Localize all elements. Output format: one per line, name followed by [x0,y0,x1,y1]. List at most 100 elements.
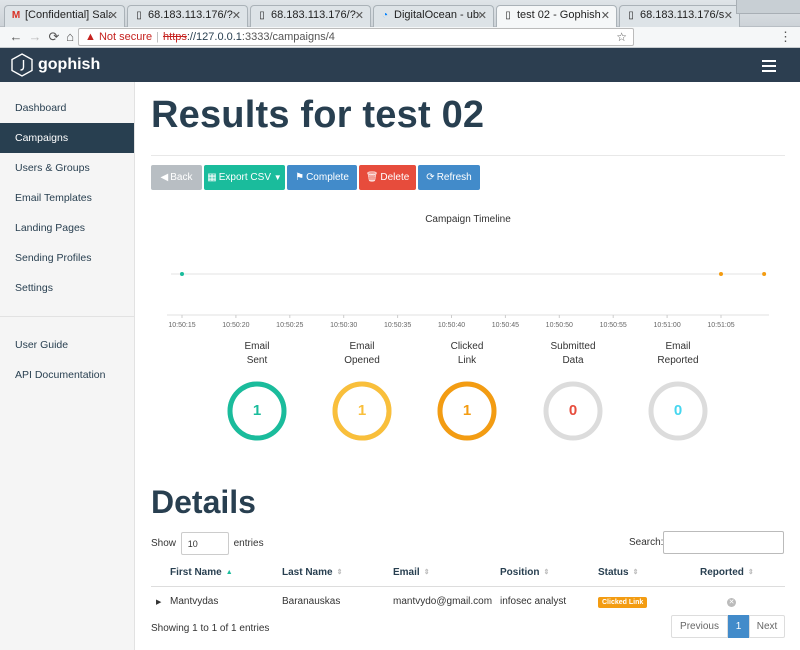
sidebar-item-users-groups[interactable]: Users & Groups [0,153,134,183]
timeline-event-point [762,272,767,276]
caret-down-icon: ▼ [273,173,282,182]
column-header-position[interactable]: Position ⇕ [500,560,598,587]
browser-tab[interactable]: ▯ 68.183.113.176/s ✕ [619,5,740,27]
not-reported-icon: ✕ [727,598,736,608]
browser-tab[interactable]: ◔ DigitalOcean - ubun ✕ [373,5,494,27]
delete-button[interactable]: 🗑 Delete [359,165,416,190]
back-button-label: Back [170,172,193,183]
close-icon[interactable]: ✕ [724,9,733,22]
sidebar-item-api-documentation[interactable]: API Documentation [0,360,134,390]
sidebar-item-settings[interactable]: Settings [0,273,134,303]
refresh-icon: ⟳ [426,172,435,183]
hamburger-menu-icon[interactable] [762,60,776,75]
sidebar-item-dashboard[interactable]: Dashboard [0,93,134,123]
browser-tab[interactable]: ▯ 68.183.113.176/? ✕ [250,5,371,27]
home-icon[interactable]: ⌂ [62,29,78,45]
entries-select[interactable]: 10 [180,532,229,555]
warning-icon: ▲ [85,31,96,43]
page-icon: ▯ [505,10,511,21]
column-header-first-name[interactable]: First Name ▲ [170,560,282,587]
close-icon[interactable]: ✕ [232,9,241,22]
expand-row-icon[interactable]: ▶ [156,599,161,606]
export-button-label: Export CSV [218,172,271,183]
search-label: Search: [629,537,664,548]
forward-arrow-icon[interactable]: → [27,29,43,45]
url-host: ://127.0.0.1 [186,31,242,43]
sidebar-item-sending-profiles[interactable]: Sending Profiles [0,243,134,273]
timeline-tick-label: 10:50:35 [384,322,411,329]
sort-icon: ⇕ [336,569,343,577]
page-icon: ▯ [259,10,265,21]
sort-icon: ⇕ [632,569,639,577]
column-label: First Name [170,567,222,579]
stat-label: Submitted Data [550,341,596,366]
stat-label: Email Opened [344,341,380,366]
stat-donut: 0 [647,380,709,442]
security-status: Not secure [98,31,153,43]
export-csv-button[interactable]: ▦ Export CSV ▼ [204,165,285,190]
browser-tab[interactable]: M [Confidential] Salar ✕ [4,5,125,27]
page-title: Results for test 02 [151,94,485,136]
sort-asc-icon: ▲ [225,569,233,577]
gmail-icon: M [11,10,21,21]
expand-column-header [151,560,170,587]
details-title: Details [151,484,256,520]
close-icon[interactable]: ✕ [109,9,118,22]
timeline-tick-label: 10:50:50 [546,322,573,329]
top-navbar: gophish [0,48,800,82]
page-icon: ▯ [628,10,634,21]
stat-donut: 1 [331,380,393,442]
browser-tab[interactable]: ▯ 68.183.113.176/? ✕ [127,5,248,27]
table-header-row: First Name ▲ Last Name ⇕ Email ⇕ Position ⇕ … [151,560,785,587]
close-icon[interactable]: ✕ [355,9,364,22]
sidebar-item-landing-pages[interactable]: Landing Pages [0,213,134,243]
tab-title: [Confidential] Salar [25,9,111,21]
sidebar-item-campaigns[interactable]: Campaigns [0,123,134,153]
stat-4: Email Reported 0 [638,340,718,442]
page-icon: ▯ [136,10,142,21]
timeline-chart: 10:50:15 10:50:20 10:50:25 10:50:30 10:50:35… [167,272,769,329]
browser-tab-strip: M [Confidential] Salar ✕ ▯ 68.183.113.17… [0,0,800,27]
column-label: Reported [700,567,744,579]
tab-title: DigitalOcean - ubun [394,9,480,21]
pagination-current-page[interactable]: 1 [728,615,749,638]
sidebar-item-email-templates[interactable]: Email Templates [0,183,134,213]
complete-button[interactable]: ⚑ Complete [287,165,357,190]
column-header-reported[interactable]: Reported ⇕ [700,560,785,587]
close-icon[interactable]: ✕ [601,9,610,22]
bookmark-star-icon[interactable]: ☆ [616,29,627,45]
browser-tab-active[interactable]: ▯ test 02 - Gophish ✕ [496,5,617,27]
back-button[interactable]: ◀ Back [151,165,202,190]
timeline-tick-label: 10:50:55 [600,322,627,329]
sidebar-item-user-guide[interactable]: User Guide [0,330,134,360]
stat-1: Email Opened 1 [322,340,402,442]
timeline-tick-label: 10:50:20 [222,322,249,329]
column-header-last-name[interactable]: Last Name ⇕ [282,560,393,587]
url-field[interactable]: ▲ Not secure | https://127.0.0.1:3333/camp… [78,28,634,46]
tab-title: test 02 - Gophish [517,9,601,21]
file-excel-icon: ▦ [207,172,217,183]
reload-icon[interactable]: ⟳ [46,29,62,45]
close-icon[interactable]: ✕ [478,9,487,22]
sort-icon: ⇕ [747,569,754,577]
column-label: Position [500,567,540,579]
cell-first-name: Mantvydas [170,596,219,608]
digitalocean-icon: ◔ [381,10,389,21]
brand-name[interactable]: gophish [38,56,100,74]
address-bar: ← → ⟳ ⌂ ▲ Not secure | https://127.0.0.1:3… [0,27,800,48]
stat-value: 0 [673,402,683,419]
refresh-button[interactable]: ⟳ Refresh [418,165,480,190]
back-arrow-icon[interactable]: ← [8,29,24,45]
gophish-logo-icon[interactable] [11,53,33,77]
browser-menu-icon[interactable]: ⋮ [779,29,792,45]
arrow-left-circle-icon: ◀ [160,172,169,183]
stat-label: Clicked Link [450,341,484,366]
pagination-next[interactable]: Next [749,615,785,638]
pagination-previous[interactable]: Previous [671,615,728,638]
table-info: Showing 1 to 1 of 1 entries [151,623,270,634]
table-row[interactable]: ▶ Mantvydas Baranauskas mantvydo@gmail.c… [151,586,785,617]
column-header-status[interactable]: Status ⇕ [598,560,700,587]
column-header-email[interactable]: Email ⇕ [393,560,500,587]
window-controls[interactable] [736,0,800,14]
search-input[interactable] [663,531,784,554]
